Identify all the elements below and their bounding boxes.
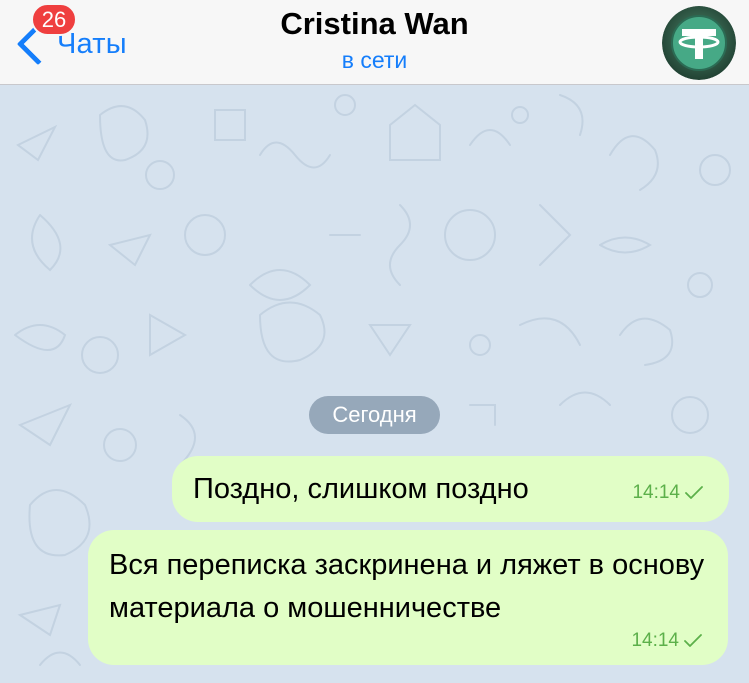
- message-text: Поздно, слишком поздно: [193, 473, 529, 505]
- message-meta: 14:14: [632, 482, 703, 504]
- checkmark-icon: [685, 486, 703, 499]
- message-time: 14:14: [632, 482, 680, 503]
- chat-header: Чаты 26 Cristina Wan в сети: [0, 0, 749, 85]
- tether-logo-icon: [662, 6, 736, 80]
- contact-name[interactable]: Cristina Wan: [0, 6, 749, 42]
- message-text: Вся переписка заскринена и ляжет в основ…: [109, 549, 705, 624]
- checkmark-icon: [684, 634, 702, 647]
- chat-area[interactable]: Сегодня Поздно, слишком поздно 14:14 Вся…: [0, 85, 749, 683]
- message-time: 14:14: [631, 630, 679, 651]
- message-meta: 14:14: [631, 630, 702, 652]
- outgoing-message[interactable]: Вся переписка заскринена и ляжет в основ…: [88, 530, 728, 665]
- avatar[interactable]: [662, 6, 736, 80]
- online-status: в сети: [341, 47, 408, 73]
- date-separator: Сегодня: [309, 396, 440, 434]
- outgoing-message[interactable]: Поздно, слишком поздно 14:14: [172, 456, 729, 522]
